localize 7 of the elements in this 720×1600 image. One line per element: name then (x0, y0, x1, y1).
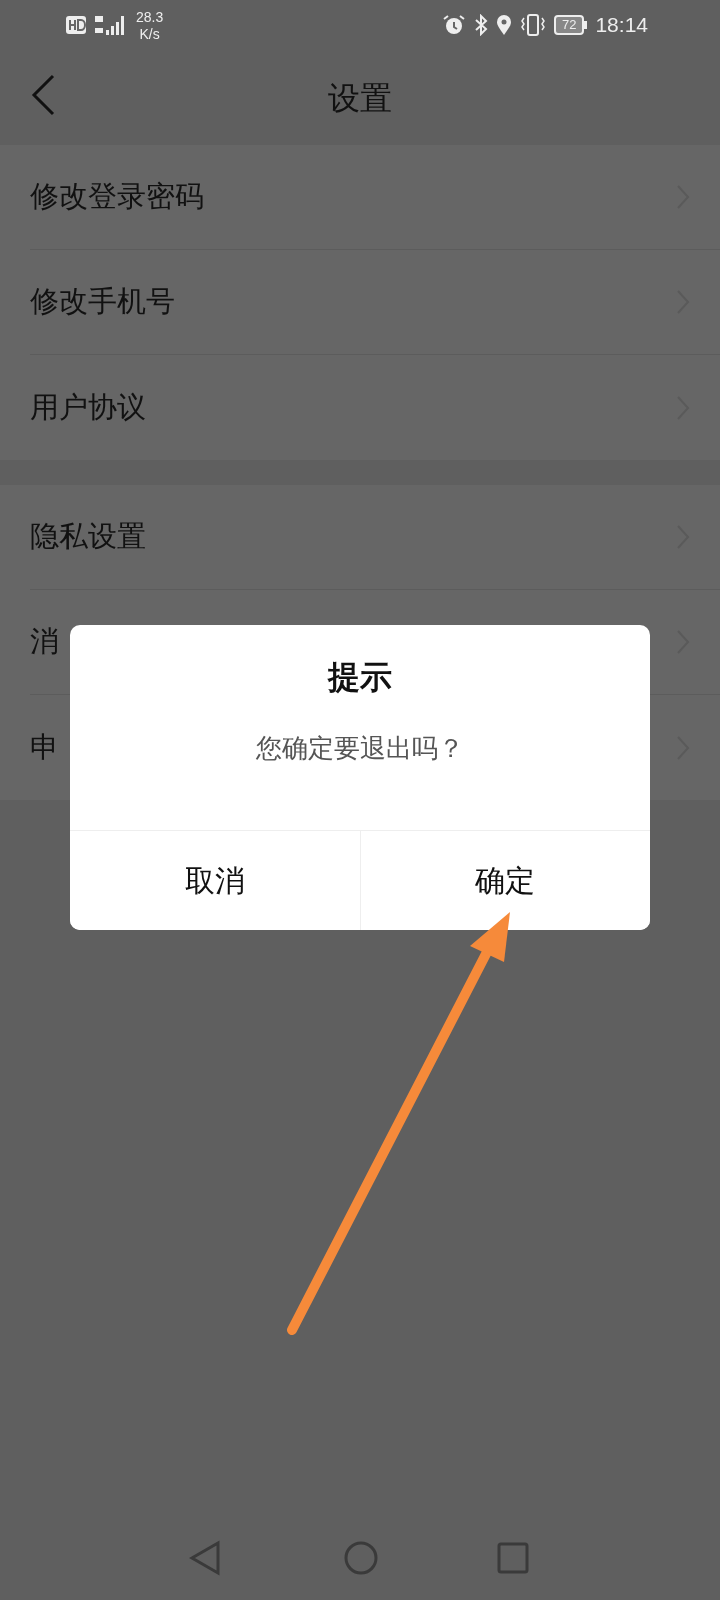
dialog-message: 您确定要退出吗？ (256, 732, 464, 765)
page-title: 设置 (328, 77, 392, 119)
network-speed: 28.3 (136, 9, 164, 24)
speed-unit: K/s (139, 26, 160, 41)
battery-icon: 72 (553, 15, 588, 35)
clock-time: 18:14 (595, 12, 648, 39)
dialog-title: 提示 (328, 657, 392, 698)
